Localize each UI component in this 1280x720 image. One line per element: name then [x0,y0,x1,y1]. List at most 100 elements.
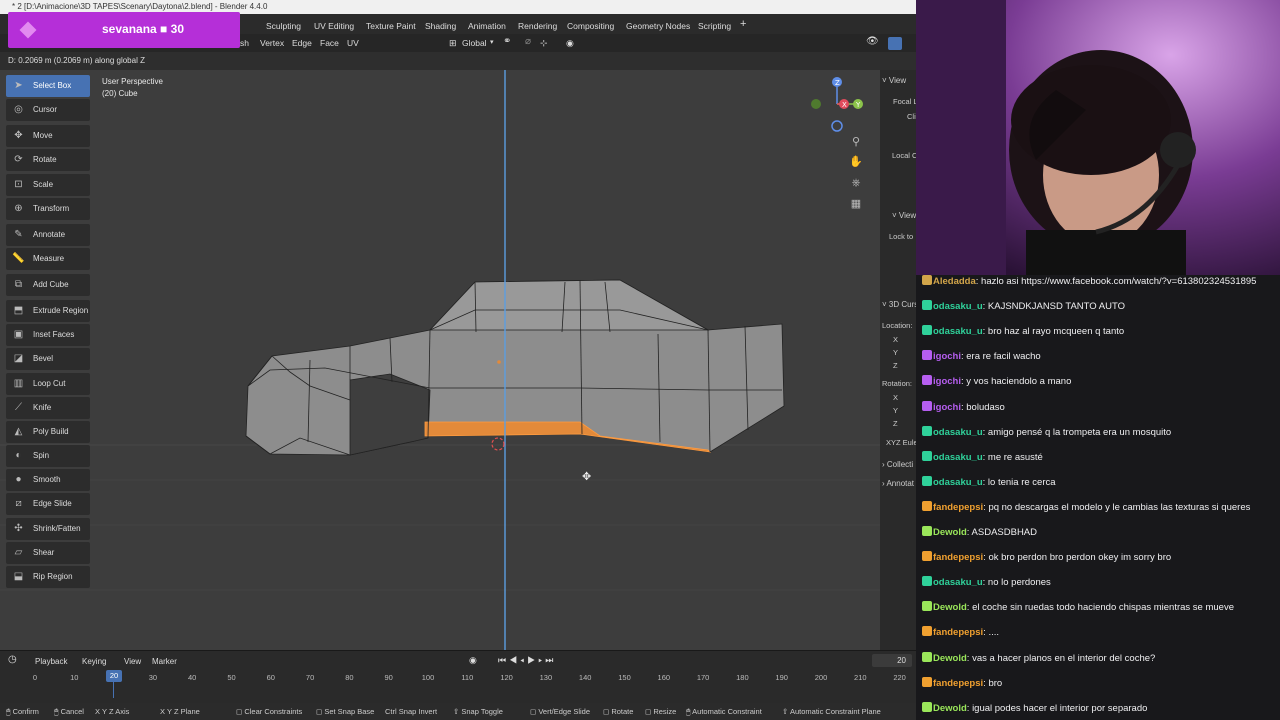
panel-3d-cursor-header[interactable]: ˅ 3D Curs [882,300,918,309]
panel-annotations-header[interactable]: › Annotat [882,479,914,488]
tab-shading[interactable]: Shading [425,21,456,31]
pivot-icon[interactable]: ⚭ [503,36,511,47]
playhead[interactable] [113,682,114,698]
chat-username[interactable]: igochi [933,376,961,387]
tool-spin[interactable]: ◐ Spin [6,445,90,468]
menu-face[interactable]: Face [320,38,339,48]
rotation-mode-dropdown[interactable]: XYZ Eule [886,438,918,447]
chat-username[interactable]: odasaku_u [933,452,983,463]
tab-uv-editing[interactable]: UV Editing [314,21,354,31]
panel-view-header[interactable]: ˅ View [882,76,906,85]
tool-knife[interactable]: ⟋ Knife [6,396,90,419]
tool-select-box[interactable]: ➤ Select Box [6,75,90,97]
current-frame-field[interactable]: 20 [872,654,912,667]
menu-vertex[interactable]: Vertex [260,38,284,48]
timeline-editor[interactable]: ◷ Playback Keying View Marker ◉ ⏮◀◂▶▸⏭ 2… [0,650,916,704]
chat-username[interactable]: fandepepsi [933,627,983,638]
badge-name: sevanana [102,22,157,36]
proportional-edit-icon[interactable]: ◉ [566,38,574,49]
chat-username[interactable]: odasaku_u [933,577,983,588]
chat-username[interactable]: Dewold [933,703,967,714]
svg-text:Y: Y [855,101,861,109]
menu-playback[interactable]: Playback [35,657,67,666]
editor-type-clock-icon[interactable]: ◷ [8,654,17,665]
record-icon[interactable]: ◉ [469,655,477,666]
chat-username[interactable]: fandepepsi [933,678,983,689]
tool-label: Inset Faces [33,330,75,340]
snap-target-icon[interactable]: ⊹ [540,38,548,49]
tool-measure[interactable]: 📏 Measure [6,247,90,270]
tab-rendering[interactable]: Rendering [518,21,557,31]
menu-view[interactable]: View [124,657,141,666]
3d-viewport[interactable]: ✥ [0,70,880,650]
tool-bevel[interactable]: ◪ Bevel [6,348,90,371]
tool-poly-build[interactable]: ◭ Poly Build [6,420,90,443]
chat-username[interactable]: igochi [933,402,961,413]
menu-marker[interactable]: Marker [152,657,177,666]
tab-sculpting[interactable]: Sculpting [266,21,301,31]
tab-compositing[interactable]: Compositing [567,21,614,31]
add-workspace-button[interactable]: + [740,18,746,30]
cursor-loc-x[interactable]: X [893,335,898,344]
chat-username[interactable]: igochi [933,351,961,362]
grid-perspective-icon[interactable]: ▦ [848,196,864,212]
current-frame-marker[interactable]: 20 [106,670,122,682]
gizmo-toggle-icon[interactable] [888,37,902,50]
menu-uv[interactable]: UV [347,38,359,48]
tool-edge-slide[interactable]: ⧄ Edge Slide [6,493,90,516]
chat-badge-icon [922,325,932,336]
menu-keying[interactable]: Keying [82,657,106,666]
tool-annotate[interactable]: ✎ Annotate [6,223,90,246]
chat-username[interactable]: Dewold [933,602,967,613]
tool-rotate[interactable]: ⟳ Rotate [6,149,90,172]
rotation-label: Rotation: [882,379,913,388]
navigation-gizmo[interactable]: Z X Y [806,74,868,136]
transform-orientation-dropdown[interactable]: Global [462,38,487,48]
tool-shrink-fatten[interactable]: ✣ Shrink/Fatten [6,517,90,540]
cursor-rot-z[interactable]: Z [893,419,898,428]
chat-username[interactable]: odasaku_u [933,326,983,337]
tool-move[interactable]: ✥ Move [6,125,90,148]
panel-collection-header[interactable]: › Collecti [882,460,913,469]
cursor-loc-y[interactable]: Y [893,348,898,357]
tool-cursor[interactable]: ◎ Cursor [6,99,90,122]
chat-username[interactable]: Dewold [933,527,967,538]
tool-inset-faces[interactable]: ▣ Inset Faces [6,324,90,347]
tool-label: Transform [33,203,70,213]
frame-tick-label: 150 [618,673,631,682]
cursor-loc-z[interactable]: Z [893,361,898,370]
tab-animation[interactable]: Animation [468,21,506,31]
camera-view-icon[interactable]: ⎈ [848,175,864,191]
chat-username[interactable]: odasaku_u [933,427,983,438]
menu-mesh[interactable]: sh [240,38,249,48]
tool-transform[interactable]: ⊕ Transform [6,197,90,220]
tab-texture-paint[interactable]: Texture Paint [366,21,416,31]
zoom-icon[interactable]: ⚲ [848,134,864,150]
chat-text: ASDASDBHAD [971,527,1038,538]
chat-message: Dewold: vas a hacer planos en el interio… [922,651,1155,664]
snap-icon[interactable]: ⌀ [525,36,531,47]
cursor-rot-y[interactable]: Y [893,406,898,415]
visibility-icon[interactable]: 👁 [866,36,879,47]
tab-geometry-nodes[interactable]: Geometry Nodes [626,21,690,31]
chat-username[interactable]: odasaku_u [933,477,983,488]
chat-username[interactable]: fandepepsi [933,552,983,563]
tool-loop-cut[interactable]: ▥ Loop Cut [6,372,90,395]
tool-extrude-region[interactable]: ⬒ Extrude Region [6,299,90,322]
tool-rip-region[interactable]: ⬓ Rip Region [6,566,90,588]
playback-controls[interactable]: ⏮◀◂▶▸⏭ [498,655,556,666]
chat-username[interactable]: fandepepsi [933,502,983,513]
chat-username[interactable]: odasaku_u [933,301,983,312]
tab-scripting[interactable]: Scripting [698,21,731,31]
tool-add-cube[interactable]: ⧉ Add Cube [6,273,90,296]
pan-hand-icon[interactable]: ✋ [848,154,864,170]
tool-shear[interactable]: ▱ Shear [6,541,90,564]
menu-edge[interactable]: Edge [292,38,312,48]
chat-username[interactable]: Aledadda [933,276,976,287]
chat-username[interactable]: Dewold [933,653,967,664]
tool-smooth[interactable]: ● Smooth [6,469,90,492]
tool-scale[interactable]: ⊡ Scale [6,173,90,196]
panel-view-lock-header[interactable]: ˅ View [892,211,916,220]
tool-label: Add Cube [33,279,69,289]
cursor-rot-x[interactable]: X [893,393,898,402]
